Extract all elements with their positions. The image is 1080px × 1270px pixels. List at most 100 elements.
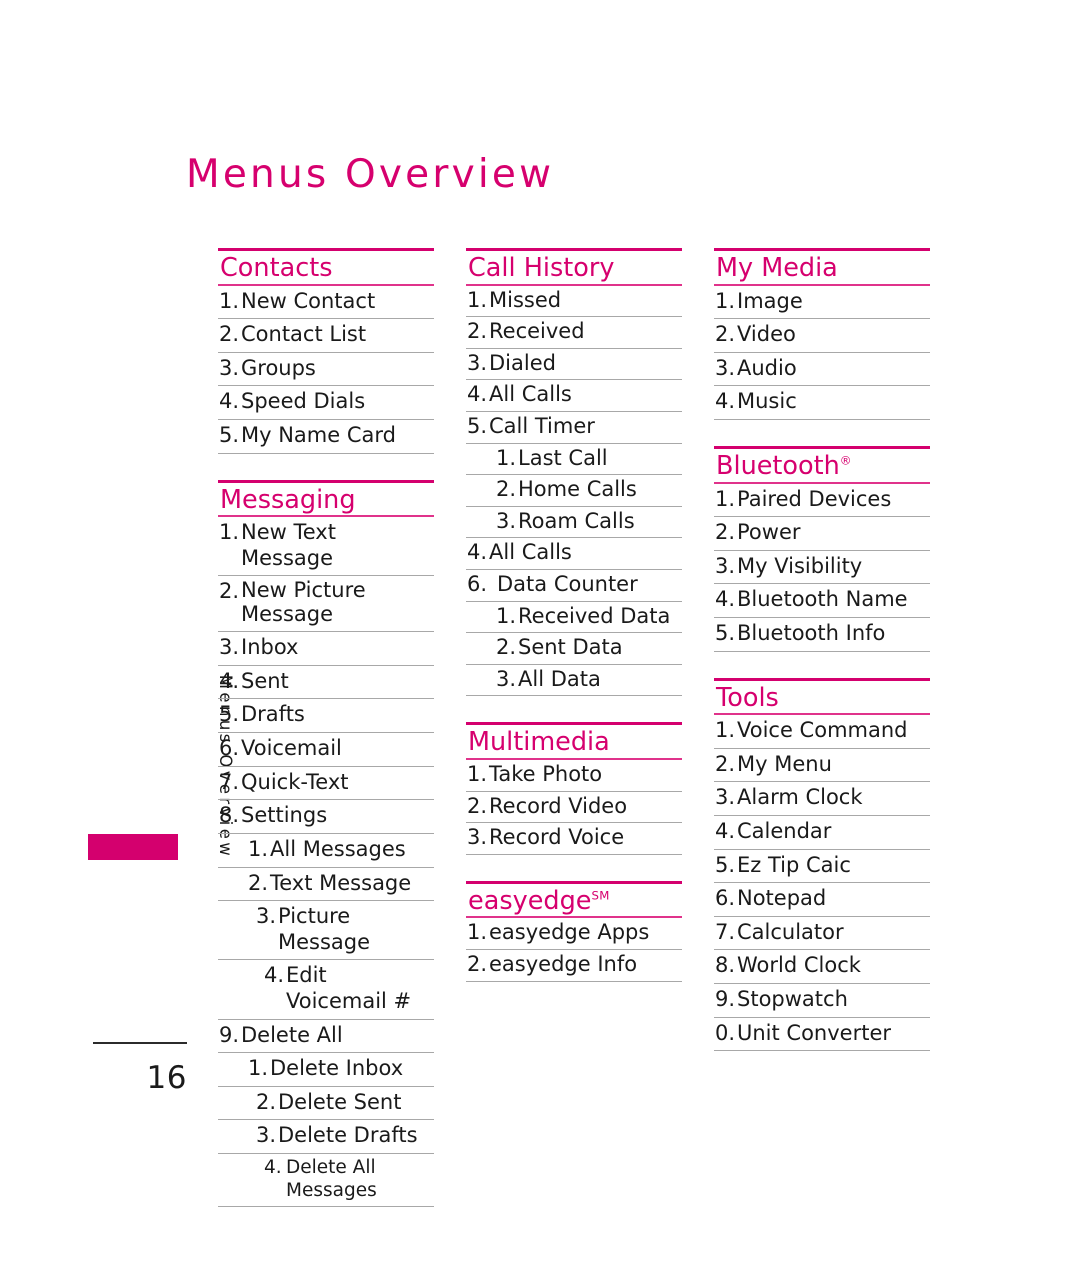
menu-item[interactable]: 1. New Contact xyxy=(218,286,434,320)
menu-item[interactable]: 1. Received Data xyxy=(466,602,682,634)
menu-item-number: 2. xyxy=(715,520,736,545)
menu-item-label: My Visibility xyxy=(737,553,863,578)
menu-item[interactable]: 1. All Messages xyxy=(218,834,434,868)
menu-item-number: 3. xyxy=(715,553,736,578)
menu-item-number: 1. xyxy=(715,718,736,743)
menu-item[interactable]: 6. Data Counter xyxy=(466,570,682,602)
menu-item[interactable]: 5. Drafts xyxy=(218,699,434,734)
menu-item[interactable]: 3. Groups xyxy=(218,353,434,387)
menu-item[interactable]: 1. Image xyxy=(714,286,930,320)
menu-item[interactable]: 3. Dialed xyxy=(466,349,682,381)
menu-item-number: 4. xyxy=(219,668,240,693)
menu-section-call-history: Call History 1. Missed 2. Received 3. Dialed 4.… xyxy=(466,248,682,697)
menu-item-label: Ez Tip Caic xyxy=(737,852,851,877)
menu-item-number: 3. xyxy=(219,355,240,380)
menu-item[interactable]: 4. Calendar xyxy=(714,816,930,850)
menu-item[interactable]: 5. Ez Tip Caic xyxy=(714,850,930,884)
menu-item[interactable]: 3. My Visibility xyxy=(714,551,930,585)
menu-item[interactable]: 2. Delete Sent xyxy=(218,1087,434,1121)
menu-item-label: Contact List xyxy=(241,322,367,347)
menu-item[interactable]: 4. All Calls xyxy=(466,380,682,412)
menu-item-label: Unit Converter xyxy=(737,1020,892,1045)
menu-item[interactable]: 2. Contact List xyxy=(218,319,434,353)
menu-item[interactable]: 3. Delete Drafts xyxy=(218,1120,434,1154)
menu-item-number: 4. xyxy=(467,382,488,407)
menu-item[interactable]: 3. Audio xyxy=(714,353,930,387)
menu-item[interactable]: 1. Delete Inbox xyxy=(218,1053,434,1087)
menu-item-number: 3. xyxy=(496,666,517,691)
menu-item-label: My Name Card xyxy=(241,422,396,447)
page-number: 16 xyxy=(146,1060,187,1096)
menu-item[interactable]: 1. easyedge Apps xyxy=(466,918,682,950)
footer-divider xyxy=(93,1042,187,1044)
menu-item[interactable]: 4. Bluetooth Name xyxy=(714,584,930,618)
menu-item-label: All Messages xyxy=(270,836,406,861)
menu-item[interactable]: 6. Voicemail xyxy=(218,733,434,767)
menu-item-label: Roam Calls xyxy=(518,508,635,533)
menu-item-number: 1. xyxy=(248,1056,269,1081)
menu-item-number: 1. xyxy=(715,288,736,313)
menu-item-number: 3. xyxy=(467,350,488,375)
menu-item-label: All Data xyxy=(518,666,601,691)
menu-item[interactable]: 2. Text Message xyxy=(218,868,434,902)
menu-item[interactable]: 5. My Name Card xyxy=(218,420,434,454)
menu-item[interactable]: 3. Inbox xyxy=(218,632,434,666)
menu-item[interactable]: 4. Speed Dials xyxy=(218,386,434,420)
section-heading-easyedge: easyedgeSM xyxy=(468,885,610,916)
menu-item[interactable]: 2. Record Video xyxy=(466,792,682,824)
menu-item[interactable]: 2. Received xyxy=(466,317,682,349)
menu-item[interactable]: 3. Picture Message xyxy=(218,901,434,961)
menu-item[interactable]: 1. Missed xyxy=(466,286,682,318)
menu-item[interactable]: 5. Bluetooth Info xyxy=(714,618,930,652)
menu-item[interactable]: 8. Settings xyxy=(218,800,434,834)
menu-item[interactable]: 7. Calculator xyxy=(714,917,930,951)
menu-item-number: 4. xyxy=(219,389,240,414)
menu-item-label: Edit Voicemail # xyxy=(286,963,412,1013)
menu-columns: Contacts 1. New Contact 2. Contact List 3. Gro… xyxy=(218,248,934,1208)
menu-item[interactable]: 5. Call Timer xyxy=(466,412,682,444)
menu-item-label: Delete All Messages xyxy=(286,1156,377,1201)
menu-item[interactable]: 4. Delete All Messages xyxy=(218,1154,434,1208)
menu-item-number: 1. xyxy=(715,486,736,511)
menu-item[interactable]: 9. Delete All xyxy=(218,1020,434,1054)
menu-item-label: Drafts xyxy=(241,702,305,727)
menu-item-number: 1. xyxy=(467,762,488,787)
menu-item[interactable]: 1. New Text Message xyxy=(218,517,434,577)
menu-item[interactable]: 4. Edit Voicemail # xyxy=(218,960,434,1020)
menu-item-number: 4. xyxy=(715,587,736,612)
menu-item[interactable]: 2. Video xyxy=(714,319,930,353)
menu-item-number: 5. xyxy=(219,702,240,727)
menu-item[interactable]: 3. Record Voice xyxy=(466,823,682,855)
menu-item-number: 4. xyxy=(715,818,736,843)
menu-item[interactable]: 3. Roam Calls xyxy=(466,507,682,539)
menu-item[interactable]: 1. Last Call xyxy=(466,444,682,476)
menu-item[interactable]: 2. Sent Data xyxy=(466,633,682,665)
menu-item[interactable]: 9. Stopwatch xyxy=(714,984,930,1018)
menu-item-label: Received Data xyxy=(518,603,671,628)
menu-item[interactable]: 6. Notepad xyxy=(714,883,930,917)
menu-item[interactable]: 4. Music xyxy=(714,386,930,420)
menu-item[interactable]: 4. Sent xyxy=(218,666,434,700)
menu-item-label: My Menu xyxy=(737,751,832,776)
menu-item[interactable]: 2. My Menu xyxy=(714,749,930,783)
menu-section-multimedia: Multimedia 1. Take Photo 2. Record Video 3. Re… xyxy=(466,722,682,855)
menu-item[interactable]: 1. Take Photo xyxy=(466,760,682,792)
menu-item-number: 1. xyxy=(467,920,488,945)
menu-item[interactable]: 0. Unit Converter xyxy=(714,1018,930,1052)
menu-item[interactable]: 4. All Calls xyxy=(466,538,682,571)
menu-item[interactable]: 2. New Picture Message xyxy=(218,576,434,633)
menu-item[interactable]: 7. Quick-Text xyxy=(218,767,434,801)
menu-item[interactable]: 2. Home Calls xyxy=(466,475,682,507)
menu-item-label: New Text Message xyxy=(241,520,336,570)
menu-item[interactable]: 3. Alarm Clock xyxy=(714,782,930,816)
menu-item[interactable]: 8. World Clock xyxy=(714,950,930,984)
menu-item[interactable]: 2. Power xyxy=(714,517,930,551)
menu-item-number: 3. xyxy=(496,508,517,533)
menu-item-number: 3. xyxy=(256,1123,277,1148)
menu-item-number: 2. xyxy=(496,635,517,660)
menu-item[interactable]: 3. All Data xyxy=(466,665,682,697)
menu-item-number: 0. xyxy=(715,1020,736,1045)
menu-item[interactable]: 2. easyedge Info xyxy=(466,950,682,982)
menu-item[interactable]: 1. Paired Devices xyxy=(714,484,930,518)
menu-item[interactable]: 1. Voice Command xyxy=(714,715,930,749)
